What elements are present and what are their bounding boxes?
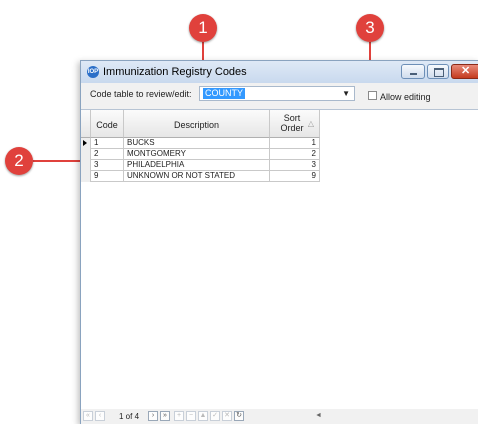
sort-order-cell[interactable]: 2 [270,149,320,160]
app-logo-icon: IOP [87,66,99,78]
edit-record-button[interactable]: ▲ [198,411,208,421]
sort-order-header-label: Sort Order [280,113,304,133]
immunization-registry-codes-window: IOP Immunization Registry Codes ✕ Code t… [80,60,478,424]
maximize-button[interactable] [427,64,449,79]
record-position: 1 of 4 [119,412,140,421]
code-table-dropdown[interactable]: COUNTY ▼ [199,86,355,101]
allow-editing-label[interactable]: Allow editing [380,92,431,102]
window-title: Immunization Registry Codes [103,66,247,78]
title-bar[interactable]: IOP Immunization Registry Codes ✕ [81,61,478,83]
record-navigator: « ‹ 1 of 4 › » + − ▲ ✓ ✕ ↻ ◄ [81,409,478,424]
row-indicator [81,171,91,182]
table-row[interactable]: 2 MONTGOMERY 2 [81,149,320,160]
code-cell[interactable]: 3 [91,160,124,171]
description-cell[interactable]: BUCKS [124,138,270,149]
toolbar: Code table to review/edit: COUNTY ▼ Allo… [81,83,478,105]
sort-order-cell[interactable]: 3 [270,160,320,171]
maximize-icon [434,68,444,77]
close-icon: ✕ [461,65,471,77]
minimize-icon [410,73,417,75]
codes-grid: Code Description Sort Order △ 1 BUCKS 1 … [81,109,478,410]
cancel-edit-button[interactable]: ✕ [222,411,232,421]
scroll-left-arrow-icon[interactable]: ◄ [315,412,322,419]
table-row[interactable]: 1 BUCKS 1 [81,138,320,149]
save-record-button[interactable]: ✓ [210,411,220,421]
add-record-button[interactable]: + [174,411,184,421]
previous-record-button[interactable]: ‹ [95,411,105,421]
current-row-indicator [81,138,91,149]
column-header-sort-order[interactable]: Sort Order △ [270,110,320,138]
row-pointer-icon [83,140,87,146]
first-record-button[interactable]: « [83,411,93,421]
row-indicator [81,149,91,160]
callout-marker-2: 2 [5,147,33,175]
code-cell[interactable]: 2 [91,149,124,160]
description-cell[interactable]: MONTGOMERY [124,149,270,160]
callout-marker-1: 1 [189,14,217,42]
last-record-button[interactable]: » [160,411,170,421]
allow-editing-checkbox[interactable] [368,91,377,100]
column-header-code[interactable]: Code [91,110,124,138]
description-cell[interactable]: UNKNOWN OR NOT STATED [124,171,270,182]
next-record-button[interactable]: › [148,411,158,421]
close-button[interactable]: ✕ [451,64,478,79]
code-cell[interactable]: 9 [91,171,124,182]
table-row[interactable]: 3 PHILADELPHIA 3 [81,160,320,171]
dropdown-arrow-icon[interactable]: ▼ [342,89,350,98]
row-indicator-header [81,110,91,138]
code-table-label: Code table to review/edit: [90,89,192,99]
row-indicator [81,160,91,171]
delete-record-button[interactable]: − [186,411,196,421]
column-header-description[interactable]: Description [124,110,270,138]
sort-order-cell[interactable]: 1 [270,138,320,149]
description-cell[interactable]: PHILADELPHIA [124,160,270,171]
callout-marker-3: 3 [356,14,384,42]
minimize-button[interactable] [401,64,425,79]
refresh-button[interactable]: ↻ [234,411,244,421]
sort-ascending-icon: △ [307,119,314,128]
code-cell[interactable]: 1 [91,138,124,149]
table-row[interactable]: 9 UNKNOWN OR NOT STATED 9 [81,171,320,182]
sort-order-cell[interactable]: 9 [270,171,320,182]
code-table-selected-value: COUNTY [203,88,245,99]
